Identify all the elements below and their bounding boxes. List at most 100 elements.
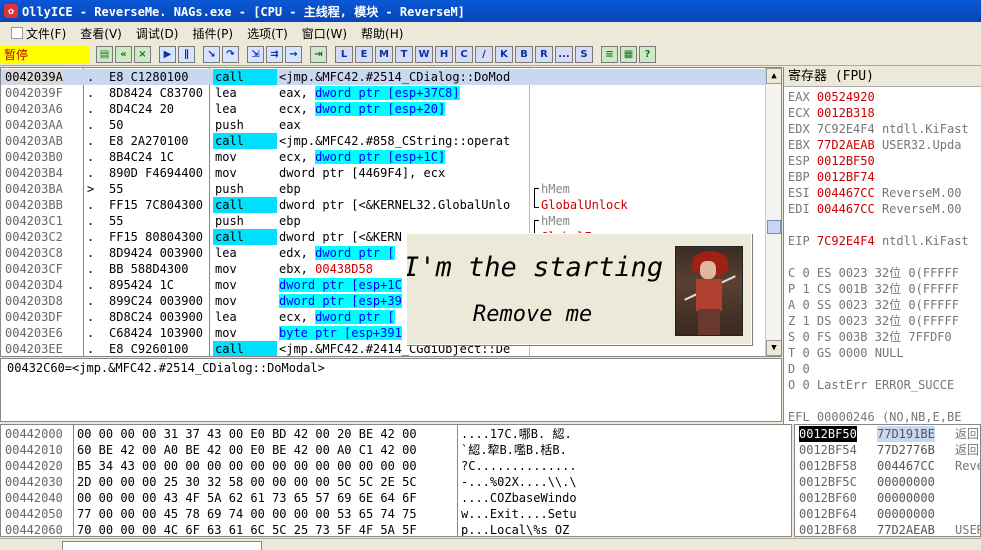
stack-row[interactable]: 0012BF64 00000000 bbox=[795, 506, 980, 522]
hex-dump-row[interactable]: 00442000 00 00 00 00 31 37 43 00 E0 BD 42… bbox=[1, 426, 777, 442]
hex-dump-row[interactable]: 00442020 B5 34 43 00 00 00 00 00 00 00 00… bbox=[1, 458, 777, 474]
disasm-row[interactable]: 004203AA. 50 push eax bbox=[1, 117, 767, 133]
register-row[interactable]: EDI 004467CC ReverseM.00 bbox=[788, 201, 961, 217]
trace-over-icon[interactable]: ⇉ bbox=[266, 46, 283, 63]
register-row[interactable]: Z 1 DS 0023 32位 0(FFFFF bbox=[788, 313, 959, 329]
stack-row[interactable]: 0012BF68 77D2AEAB USER bbox=[795, 522, 980, 537]
disasm-row[interactable]: 0042039A. E8 C1280100 call <jmp.&MFC42.#251… bbox=[1, 69, 767, 85]
register-row[interactable]: P 1 CS 001B 32位 0(FFFFF bbox=[788, 281, 959, 297]
stack-row[interactable]: 0012BF5C 00000000 bbox=[795, 474, 980, 490]
register-name: O 0 bbox=[788, 378, 810, 392]
log-window-button[interactable]: L bbox=[335, 46, 353, 63]
register-row[interactable]: ESP 0012BF50 bbox=[788, 153, 875, 169]
modules-window-button[interactable]: E bbox=[355, 46, 373, 63]
register-row[interactable]: EAX 00524920 bbox=[788, 89, 875, 105]
register-row[interactable]: A 0 SS 0023 32位 0(FFFFF bbox=[788, 297, 959, 313]
goto-icon[interactable]: ⇥ bbox=[310, 46, 327, 63]
memory-window-button[interactable]: M bbox=[375, 46, 393, 63]
nag-dialog[interactable]: I'm the starting nag Remove me bbox=[406, 233, 752, 345]
menu-help[interactable]: 帮助(H) bbox=[354, 25, 410, 42]
step-into-icon[interactable]: ↘ bbox=[203, 46, 220, 63]
registers-pane[interactable]: 寄存器 (FPU) EAX 00524920 ECX 0012B318 EDX … bbox=[783, 67, 981, 424]
register-row[interactable]: EDX 7C92E4F4 ntdll.KiFast bbox=[788, 121, 969, 137]
instruction-address: 004203D4 bbox=[5, 278, 63, 292]
windows-window-button[interactable]: W bbox=[415, 46, 433, 63]
stack-value: 77D2776B bbox=[877, 443, 935, 457]
run-trace-window-button[interactable]: ... bbox=[555, 46, 573, 63]
references-window-button[interactable]: R bbox=[535, 46, 553, 63]
register-row[interactable]: EBP 0012BF74 bbox=[788, 169, 875, 185]
disasm-row[interactable]: 004203B0. 8B4C24 1C mov ecx, dword ptr [esp… bbox=[1, 149, 767, 165]
disasm-row[interactable]: 004203BB. FF15 7C804300 call dword ptr [<&K… bbox=[1, 197, 767, 213]
instruction-mnemonic: call bbox=[213, 229, 277, 245]
hex-dump-row[interactable]: 00442050 77 00 00 00 45 78 69 74 00 00 00… bbox=[1, 506, 777, 522]
menu-plugins[interactable]: 插件(P) bbox=[185, 25, 240, 42]
register-row[interactable]: T 0 GS 0000 NULL bbox=[788, 345, 904, 361]
execute-till-return-icon[interactable]: → bbox=[285, 46, 302, 63]
menu-file[interactable]: 文件(F) bbox=[4, 25, 73, 42]
scroll-down-icon[interactable]: ▼ bbox=[766, 340, 781, 356]
disasm-row[interactable]: 004203C1. 55 push ebp bbox=[1, 213, 767, 229]
trace-into-icon[interactable]: ⇲ bbox=[247, 46, 264, 63]
stack-row[interactable]: 0012BF60 00000000 bbox=[795, 490, 980, 506]
disasm-row[interactable]: 004203B4. 890D F4694400 mov dword ptr [4469… bbox=[1, 165, 767, 181]
grid-icon[interactable]: ▦ bbox=[620, 46, 637, 63]
register-annotation: ntdll.KiFast bbox=[881, 122, 969, 136]
close-program-icon[interactable]: × bbox=[134, 46, 151, 63]
hex-dump-row[interactable]: 00442040 00 00 00 00 43 4F 5A 62 61 73 65… bbox=[1, 490, 777, 506]
register-row[interactable]: D 0 bbox=[788, 361, 810, 377]
jump-marker: . bbox=[87, 294, 95, 308]
stack-pane[interactable]: 0012BF50 77D191BE 返回 0012BF54 77D2776B 返回 0012… bbox=[794, 424, 981, 537]
disasm-row[interactable]: 0042039F. 8D8424 C83700 lea eax, dword ptr … bbox=[1, 85, 767, 101]
register-row[interactable]: EFL 00000246 (NO,NB,E,BE bbox=[788, 409, 961, 424]
restart-icon[interactable]: « bbox=[115, 46, 132, 63]
hex-dump-pane[interactable]: 00442000 00 00 00 00 31 37 43 00 E0 BD 42… bbox=[0, 424, 792, 537]
jump-marker: . bbox=[87, 70, 95, 84]
disassembly-scrollbar[interactable]: ▲ ▼ bbox=[765, 68, 781, 356]
disasm-row[interactable]: 004203A6. 8D4C24 20 lea ecx, dword ptr [esp… bbox=[1, 101, 767, 117]
run-icon[interactable]: ▶ bbox=[159, 46, 176, 63]
register-value: 004467CC bbox=[816, 186, 875, 200]
register-row[interactable]: ECX 0012B318 bbox=[788, 105, 875, 121]
instruction-mnemonic: call bbox=[213, 69, 277, 85]
cpu-window-button[interactable]: C bbox=[455, 46, 473, 63]
nag-remove-me-text: Remove me bbox=[473, 302, 593, 327]
command-line-field[interactable] bbox=[62, 541, 262, 550]
handles-window-button[interactable]: H bbox=[435, 46, 453, 63]
help-icon[interactable]: ? bbox=[639, 46, 656, 63]
menu-options[interactable]: 选项(T) bbox=[240, 25, 295, 42]
list-icon[interactable]: ≡ bbox=[601, 46, 618, 63]
disasm-row[interactable]: 004203AB. E8 2A270100 call <jmp.&MFC42.#858… bbox=[1, 133, 767, 149]
stack-row[interactable]: 0012BF54 77D2776B 返回 bbox=[795, 442, 980, 458]
hex-dump-row[interactable]: 00442010 60 BE 42 00 A0 BE 42 00 E0 BE 42… bbox=[1, 442, 777, 458]
scroll-up-icon[interactable]: ▲ bbox=[766, 68, 781, 84]
hex-dump-row[interactable]: 00442060 70 00 00 00 4C 6F 63 61 6C 5C 25… bbox=[1, 522, 777, 536]
stack-comment: Reve bbox=[955, 459, 980, 473]
instruction-address: 004203C2 bbox=[5, 230, 63, 244]
threads-window-button[interactable]: T bbox=[395, 46, 413, 63]
register-row[interactable]: O 0 LastErr ERROR_SUCCE bbox=[788, 377, 954, 393]
step-over-icon[interactable]: ↷ bbox=[222, 46, 239, 63]
scroll-thumb[interactable] bbox=[767, 220, 781, 234]
menu-debug[interactable]: 调试(D) bbox=[129, 25, 186, 42]
register-row[interactable]: EBX 77D2AEAB USER32.Upda bbox=[788, 137, 961, 153]
patches-window-button[interactable]: / bbox=[475, 46, 493, 63]
pause-icon[interactable]: ∥ bbox=[178, 46, 195, 63]
disasm-row[interactable]: 004203BA >55 push ebp bbox=[1, 181, 767, 197]
call-stack-window-button[interactable]: K bbox=[495, 46, 513, 63]
register-row[interactable]: C 0 ES 0023 32位 0(FFFFF bbox=[788, 265, 959, 281]
register-row[interactable]: ESI 004467CC ReverseM.00 bbox=[788, 185, 961, 201]
stack-row[interactable]: 0012BF58 004467CC Reve bbox=[795, 458, 980, 474]
register-row[interactable]: S 0 FS 003B 32位 7FFDF0 bbox=[788, 329, 952, 345]
open-icon[interactable]: ▤ bbox=[96, 46, 113, 63]
menu-view[interactable]: 查看(V) bbox=[73, 25, 129, 42]
stack-address: 0012BF68 bbox=[799, 523, 857, 537]
source-window-button[interactable]: S bbox=[575, 46, 593, 63]
stack-row[interactable]: 0012BF50 77D191BE 返回 bbox=[795, 426, 980, 442]
ollyice-app-icon[interactable]: ✿ bbox=[4, 4, 18, 18]
hex-dump-row[interactable]: 00442030 2D 00 00 00 25 30 32 58 00 00 00… bbox=[1, 474, 777, 490]
instruction-mnemonic: lea bbox=[215, 102, 237, 116]
breakpoints-window-button[interactable]: B bbox=[515, 46, 533, 63]
register-row[interactable]: EIP 7C92E4F4 ntdll.KiFast bbox=[788, 233, 969, 249]
menu-window[interactable]: 窗口(W) bbox=[295, 25, 354, 42]
